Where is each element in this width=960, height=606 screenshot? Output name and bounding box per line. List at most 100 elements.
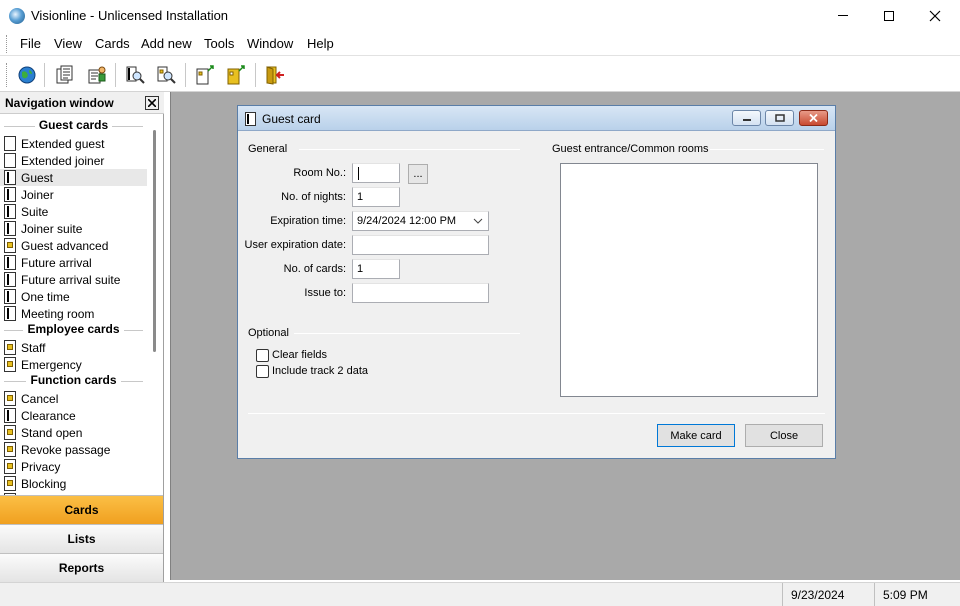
browse-room-button[interactable]: ... <box>408 164 428 184</box>
dialog-maximize-button[interactable] <box>765 110 794 126</box>
dialog-close-button[interactable] <box>799 110 828 126</box>
menu-file[interactable]: File <box>20 36 41 51</box>
find-card-icon[interactable] <box>156 65 176 85</box>
clear-fields-checkbox[interactable] <box>256 349 269 362</box>
nav-title: Navigation window <box>5 96 114 110</box>
nav-item-blocking[interactable]: Blocking <box>0 475 147 492</box>
clear-fields-label[interactable]: Clear fields <box>272 349 327 361</box>
toolbar-separator <box>255 63 256 87</box>
card-icon <box>4 425 16 440</box>
nav-item-guest-advanced[interactable]: Guest advanced <box>0 237 147 254</box>
menu-window[interactable]: Window <box>247 36 293 51</box>
issue-to-input[interactable] <box>352 283 489 303</box>
nav-item-label: Extended joiner <box>21 153 105 168</box>
nav-item-revoke-passage[interactable]: Revoke passage <box>0 441 147 458</box>
nav-item-label: Emergency <box>21 357 82 372</box>
nav-item-suite[interactable]: Suite <box>0 203 147 220</box>
nav-item-joiner[interactable]: Joiner <box>0 186 147 203</box>
nav-scroll-thumb[interactable] <box>153 130 156 352</box>
copy-card-icon[interactable] <box>226 65 246 85</box>
toolbar-grip[interactable] <box>6 63 9 87</box>
nav-header: Navigation window <box>0 92 164 114</box>
card-icon <box>245 112 256 126</box>
group-employee-cards: Employee cards <box>0 322 147 339</box>
card-icon <box>4 221 16 236</box>
nav-item-stand-open[interactable]: Stand open <box>0 424 147 441</box>
nav-item-meeting-room[interactable]: Meeting room <box>0 305 147 322</box>
card-icon <box>4 187 16 202</box>
menu-bar: File View Cards Add new Tools Window Hel… <box>0 31 960 56</box>
chevron-down-icon <box>473 218 483 224</box>
nav-item-extended-guest[interactable]: Extended guest <box>0 135 147 152</box>
globe-icon[interactable] <box>17 65 37 85</box>
minimize-button[interactable] <box>820 0 866 31</box>
close-button[interactable]: Close <box>745 424 823 447</box>
nav-item-label: Guest advanced <box>21 238 109 253</box>
card-icon <box>4 272 16 287</box>
nav-item-future-arrival[interactable]: Future arrival <box>0 254 147 271</box>
maximize-button[interactable] <box>866 0 912 31</box>
new-card-icon[interactable] <box>195 65 215 85</box>
card-icon <box>4 238 16 253</box>
nav-close-button[interactable] <box>145 96 159 110</box>
nav-item-extended-joiner[interactable]: Extended joiner <box>0 152 147 169</box>
room-no-label: Room No.: <box>293 167 346 179</box>
nights-input[interactable]: 1 <box>352 187 400 207</box>
guest-entrance-line <box>710 149 824 150</box>
issue-to-label: Issue to: <box>304 287 346 299</box>
guest-entrance-list[interactable] <box>560 163 818 397</box>
toolbar <box>0 57 960 92</box>
dialog-divider <box>248 413 825 414</box>
room-no-input[interactable] <box>352 163 400 183</box>
nav-item-label: Staff <box>21 340 46 355</box>
close-window-button[interactable] <box>912 0 958 31</box>
nav-item-label: Joiner <box>21 187 54 202</box>
make-card-button[interactable]: Make card <box>657 424 735 447</box>
toolbar-separator <box>44 63 45 87</box>
nav-item-joiner-suite[interactable]: Joiner suite <box>0 220 147 237</box>
cards-label: No. of cards: <box>283 263 346 275</box>
group-label: Guest cards <box>34 118 113 132</box>
search-card-icon[interactable] <box>125 65 145 85</box>
nav-item-future-arrival-suite[interactable]: Future arrival suite <box>0 271 147 288</box>
menu-tools[interactable]: Tools <box>204 36 234 51</box>
guest-card-dialog: Guest card General Room No.: ... No. of … <box>237 105 836 459</box>
menu-add-new[interactable]: Add new <box>141 36 192 51</box>
status-time: 5:09 PM <box>874 583 960 606</box>
exit-icon[interactable] <box>265 65 285 85</box>
minimize-icon <box>742 119 751 121</box>
nav-item-label: Suite <box>21 204 49 219</box>
track2-checkbox[interactable] <box>256 365 269 378</box>
card-icon <box>4 408 16 423</box>
menu-cards[interactable]: Cards <box>95 36 130 51</box>
card-icon <box>4 204 16 219</box>
nav-scrollbar[interactable] <box>150 118 160 496</box>
nav-item-one-time[interactable]: One time <box>0 288 147 305</box>
nav-item-clearance[interactable]: Clearance <box>0 407 147 424</box>
nav-item-staff[interactable]: Staff <box>0 339 147 356</box>
card-icon <box>4 442 16 457</box>
nav-item-label: One time <box>21 289 70 304</box>
nav-item-cancel[interactable]: Cancel <box>0 390 147 407</box>
tab-lists[interactable]: Lists <box>0 524 163 553</box>
tab-cards[interactable]: Cards <box>0 495 163 524</box>
dialog-minimize-button[interactable] <box>732 110 761 126</box>
menu-view[interactable]: View <box>54 36 82 51</box>
expiration-select[interactable]: 9/24/2024 12:00 PM <box>352 211 489 231</box>
cards-input[interactable]: 1 <box>352 259 400 279</box>
report-icon[interactable] <box>55 65 75 85</box>
menu-grip[interactable] <box>6 35 9 53</box>
group-guest-cards: Guest cards <box>0 118 147 135</box>
user-report-icon[interactable] <box>87 65 107 85</box>
nav-item-guest[interactable]: Guest <box>0 169 147 186</box>
track2-label[interactable]: Include track 2 data <box>272 365 368 377</box>
nav-item-label: Future arrival <box>21 255 92 270</box>
user-expiration-label: User expiration date: <box>244 239 347 251</box>
window-title: Visionline - Unlicensed Installation <box>31 8 229 23</box>
nav-item-emergency[interactable]: Emergency <box>0 356 147 373</box>
user-expiration-input[interactable] <box>352 235 489 255</box>
nav-item-label: Cancel <box>21 391 59 406</box>
nav-item-privacy[interactable]: Privacy <box>0 458 147 475</box>
menu-help[interactable]: Help <box>307 36 334 51</box>
tab-reports[interactable]: Reports <box>0 553 163 582</box>
